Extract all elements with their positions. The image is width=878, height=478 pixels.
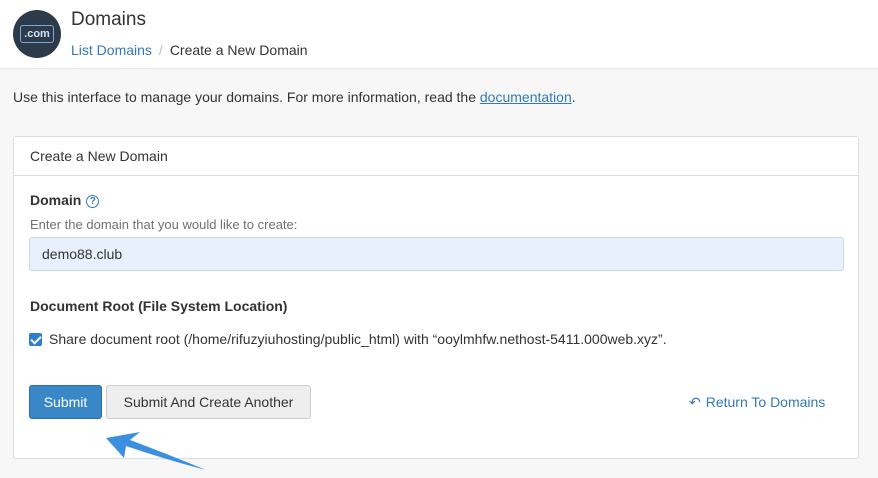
intro-text: Use this interface to manage your domain… xyxy=(13,89,576,105)
domain-label: Domain? xyxy=(30,192,100,208)
help-icon[interactable]: ? xyxy=(86,195,100,208)
breadcrumb-separator: / xyxy=(158,42,163,58)
breadcrumb: List Domains / Create a New Domain xyxy=(71,42,308,58)
submit-button[interactable]: Submit xyxy=(29,385,102,419)
submit-and-create-another-button[interactable]: Submit And Create Another xyxy=(106,385,311,419)
breadcrumb-list-domains[interactable]: List Domains xyxy=(71,42,152,58)
domains-logo-icon: .com xyxy=(13,10,61,58)
intro-body: Use this interface to manage your domain… xyxy=(13,89,476,105)
domain-input[interactable]: demo88.club xyxy=(29,237,844,271)
share-docroot-checkbox[interactable] xyxy=(29,333,42,346)
create-domain-panel: Create a New Domain Domain? Enter the do… xyxy=(13,136,859,459)
pointer-arrow-icon xyxy=(106,432,206,470)
intro-suffix: . xyxy=(571,89,576,105)
documentation-link[interactable]: documentation xyxy=(480,89,572,105)
logo-text: .com xyxy=(20,25,54,43)
share-docroot-label[interactable]: Share document root (/home/rifuzyiuhosti… xyxy=(49,331,667,347)
reply-arrow-icon: ↶ xyxy=(689,394,701,410)
return-to-domains-link[interactable]: ↶ Return To Domains xyxy=(689,394,825,411)
breadcrumb-current: Create a New Domain xyxy=(169,42,308,58)
page-title: Domains xyxy=(71,9,146,30)
panel-heading: Create a New Domain xyxy=(14,137,858,176)
return-to-domains-label: Return To Domains xyxy=(705,394,826,410)
domain-label-text: Domain xyxy=(30,192,82,208)
document-root-label: Document Root (File System Location) xyxy=(30,298,288,314)
page-header: .com Domains List Domains / Create a New D… xyxy=(0,0,878,69)
domain-hint: Enter the domain that you would like to … xyxy=(30,217,298,232)
